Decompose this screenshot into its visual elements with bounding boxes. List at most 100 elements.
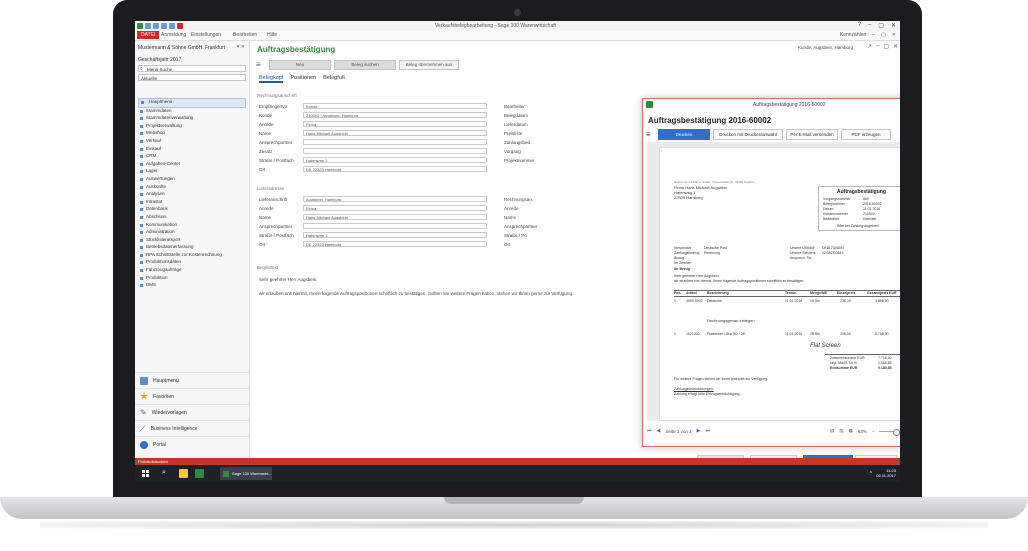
tree-item[interactable]: Stücklistenexport bbox=[138, 237, 246, 245]
tree-item[interactable]: Produktion bbox=[138, 275, 246, 283]
print-with-printer-button[interactable]: Drucken mit Druckerauswahl bbox=[713, 129, 783, 140]
tab-belegkopf[interactable]: Belegkopf bbox=[259, 75, 284, 83]
sidebar-pin-icon[interactable]: ▾ ✕ bbox=[237, 44, 245, 50]
nav-favoriten[interactable]: ★ Favoriten bbox=[135, 388, 249, 404]
tree-item[interactable]: Stammdatenverwaltung bbox=[138, 115, 246, 123]
tree-item[interactable]: Auskünfte bbox=[138, 184, 246, 192]
tree-item[interactable]: Webshop bbox=[138, 130, 246, 138]
new-icon[interactable] bbox=[153, 23, 159, 29]
save-icon[interactable] bbox=[145, 23, 151, 29]
prev-page-icon[interactable]: ◀ bbox=[657, 428, 661, 434]
minimize-button[interactable]: – bbox=[868, 22, 871, 29]
two-page-view-icon[interactable]: ▥ bbox=[839, 428, 843, 434]
zoom-out-icon[interactable]: − bbox=[872, 429, 875, 434]
delivery-address-field[interactable]: Augsbein, Hamburg bbox=[303, 196, 487, 202]
street-field[interactable]: Hafenweg 1 bbox=[303, 157, 487, 163]
filter-select[interactable]: Aktuelle bbox=[138, 74, 246, 81]
tree-item[interactable]: Produktionsdaten bbox=[138, 259, 246, 267]
take-over-button[interactable]: Beleg übernehmen aus bbox=[399, 59, 459, 70]
recipient-type-field[interactable]: Kunde bbox=[303, 103, 487, 109]
tab-belegfuss[interactable]: Belegfuß bbox=[323, 75, 345, 83]
tree-item[interactable]: Kommunikation bbox=[138, 222, 246, 230]
delivery-city-field[interactable]: DE 22529 Hamburg bbox=[303, 241, 487, 247]
tree-item[interactable]: Datenbank bbox=[138, 206, 246, 214]
zoom-slider-knob[interactable] bbox=[893, 428, 900, 436]
last-page-icon[interactable]: ⏭ bbox=[706, 428, 711, 434]
nav-wiedervorlagen[interactable]: ✎ Wiedervorlagen bbox=[135, 404, 249, 420]
close-button[interactable]: ✕ bbox=[891, 22, 896, 29]
nav-business-intelligence[interactable]: ⟋ Business Intelligence bbox=[135, 420, 249, 436]
sage-taskbar-icon[interactable] bbox=[195, 469, 204, 478]
taskbar-window-sage[interactable]: Sage 100 Warenwirt... bbox=[220, 467, 272, 480]
kennzahlen-link[interactable]: Kennzahlen bbox=[840, 32, 866, 38]
tree-item[interactable]: Auswertungen bbox=[138, 176, 246, 184]
ribbon-close-button[interactable]: ✕ bbox=[892, 32, 896, 38]
ribbon-tab-anmeldung[interactable]: Anmeldung bbox=[161, 32, 186, 38]
tree-item[interactable]: Einkauf bbox=[138, 146, 246, 154]
tree-item[interactable]: Verkauf bbox=[138, 138, 246, 146]
tab-positionen[interactable]: Positionen bbox=[290, 75, 316, 83]
refresh-icon[interactable] bbox=[169, 23, 175, 29]
name-field[interactable]: Hans Michael Augsbein bbox=[303, 130, 487, 136]
preview-print-button[interactable]: Drucken bbox=[658, 129, 710, 140]
additional-field[interactable] bbox=[303, 148, 487, 154]
customer-field[interactable]: 210002 | Augsburg, Hamburg bbox=[303, 112, 487, 118]
windows-start-icon[interactable] bbox=[142, 470, 149, 477]
nav-hauptmenue[interactable]: Hauptmenü bbox=[135, 372, 249, 388]
panel-close-button[interactable]: ✕ bbox=[893, 43, 898, 50]
page-view-icon[interactable]: ▤ bbox=[830, 428, 834, 434]
print-icon[interactable] bbox=[161, 23, 167, 29]
tree-item[interactable]: Analysen bbox=[138, 191, 246, 199]
delivery-salutation-field[interactable]: Firma bbox=[303, 205, 487, 211]
letter-body[interactable]: wir erlauben uns hiermit, Ihnen folgende… bbox=[259, 291, 573, 296]
ribbon-tab-datei[interactable]: DATEI bbox=[137, 31, 160, 39]
create-pdf-button[interactable]: PDF erzeugen bbox=[841, 129, 891, 140]
delivery-contact-field[interactable] bbox=[303, 223, 487, 229]
panel-minimize-button[interactable]: – bbox=[876, 43, 879, 50]
salutation-field[interactable]: Firma bbox=[303, 121, 487, 127]
tree-item[interactable]: Stammdaten bbox=[138, 108, 246, 116]
menu-icon[interactable]: ≡ bbox=[256, 60, 266, 69]
letter-salutation[interactable]: Sehr geehrter Herr Augsbein, bbox=[259, 277, 318, 282]
contact-field[interactable] bbox=[303, 139, 487, 145]
tree-item[interactable]: Aufgaben-Center bbox=[138, 161, 246, 169]
tree-item[interactable]: Betriebsdatenerfassung bbox=[138, 244, 246, 252]
delivery-name-field[interactable]: Hans Michael Augsbein bbox=[303, 214, 487, 220]
first-page-icon[interactable]: ⏮ bbox=[647, 428, 652, 434]
tree-item[interactable]: Administration bbox=[138, 229, 246, 237]
send-email-button[interactable]: Per E-Mail versenden bbox=[786, 129, 838, 140]
ribbon-tab-bearbeiten[interactable]: Bearbeiten bbox=[233, 32, 257, 38]
preview-page-area[interactable]: Mustermann & Söhne GmbH · Musterstraße 1… bbox=[647, 142, 900, 421]
tree-item[interactable]: DMS bbox=[138, 282, 246, 290]
ribbon-tab-einstellungen[interactable]: Einstellungen bbox=[191, 32, 221, 38]
tree-item[interactable]: RPA Schnittstelle zur Kostenrechnung bbox=[138, 252, 246, 260]
close-doc-icon[interactable] bbox=[177, 23, 183, 29]
tree-item[interactable]: Intrastat bbox=[138, 199, 246, 207]
tray-expand-icon[interactable]: ^ bbox=[870, 471, 872, 477]
next-page-icon[interactable]: ▶ bbox=[697, 428, 701, 434]
zoom-slider[interactable] bbox=[879, 428, 900, 436]
ribbon-restore-button[interactable]: ▢ bbox=[881, 32, 886, 38]
maximize-button[interactable]: ▢ bbox=[878, 22, 884, 29]
tree-item[interactable]: Lager bbox=[138, 168, 246, 176]
popout-icon[interactable]: ↗ bbox=[867, 43, 872, 50]
taskbar-clock[interactable]: 11:23 06.11.2017 bbox=[876, 468, 896, 478]
tree-item[interactable]: CRM bbox=[138, 153, 246, 161]
file-explorer-icon[interactable] bbox=[179, 469, 188, 478]
nav-portal[interactable]: Portal bbox=[135, 436, 249, 452]
tree-item-root[interactable]: Hauptmenü bbox=[138, 98, 246, 108]
taskbar-search-icon[interactable]: ⌕ bbox=[162, 469, 166, 477]
ribbon-tab-hilfe[interactable]: Hilfe bbox=[267, 32, 277, 38]
tree-item[interactable]: Abschluss bbox=[138, 214, 246, 222]
help-button[interactable]: ? bbox=[858, 22, 861, 29]
tree-item[interactable]: Projektverwaltung bbox=[138, 123, 246, 131]
preview-menu-icon[interactable]: ≡ bbox=[646, 130, 655, 139]
tree-item[interactable]: Fahrzeugaufträge bbox=[138, 267, 246, 275]
ribbon-minimize-button[interactable]: – bbox=[872, 32, 875, 38]
new-button[interactable]: Neu bbox=[269, 59, 331, 70]
delivery-street-field[interactable]: Hafenweg 1 bbox=[303, 232, 487, 238]
menu-search-input[interactable]: ⌕ Menü Suche bbox=[138, 65, 246, 72]
panel-maximize-button[interactable]: ▢ bbox=[883, 43, 889, 50]
city-field[interactable]: DE 22529 Hamburg bbox=[303, 166, 487, 172]
grid-view-icon[interactable]: ▦ bbox=[849, 428, 853, 434]
